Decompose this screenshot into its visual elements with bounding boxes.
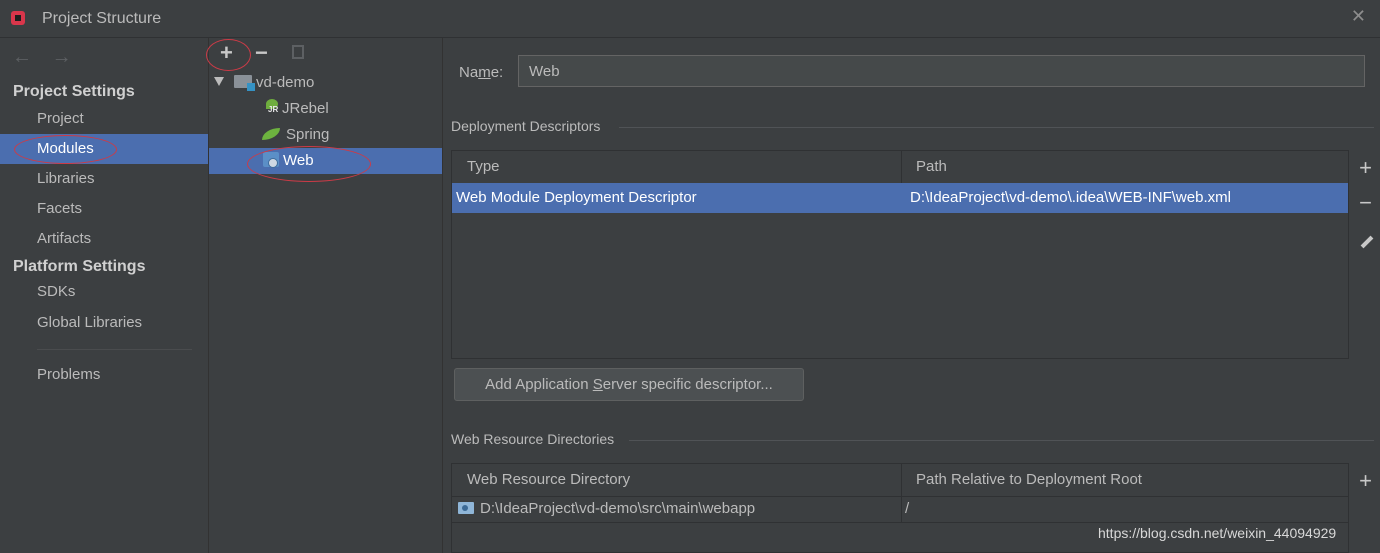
window-title: Project Structure [42, 10, 162, 27]
expand-caret-icon[interactable] [214, 77, 224, 86]
title-bar: Project Structure ✕ [0, 0, 1380, 38]
tree-node-label: Web [283, 152, 314, 169]
deployment-descriptors-table: Type Path Web Module Deployment Descript… [451, 150, 1349, 359]
forward-arrow-icon[interactable]: → [52, 46, 72, 68]
column-header-relative-path[interactable]: Path Relative to Deployment Root [916, 464, 1142, 496]
column-divider [901, 151, 902, 183]
web-directory-icon [458, 502, 474, 514]
add-directory-icon[interactable]: + [1351, 468, 1380, 494]
module-tree-panel: + − vd-demo JRebel Spring Web [206, 38, 443, 553]
folder-module-icon [234, 75, 255, 91]
directory-side-toolbar: + [1351, 463, 1380, 553]
cell-path: D:\IdeaProject\vd-demo\.idea\WEB-INF\web… [910, 189, 1231, 206]
sidebar-item-modules[interactable]: Modules [0, 134, 208, 164]
tree-node-label: Spring [286, 126, 330, 143]
sidebar-item-sdks[interactable]: SDKs [0, 277, 208, 307]
settings-sidebar: ← → Project Settings Project Modules Lib… [0, 38, 209, 553]
table-header: Type Path [452, 151, 1348, 184]
name-label: Name: [459, 64, 504, 81]
name-field[interactable] [518, 55, 1365, 87]
table-row[interactable]: D:\IdeaProject\vd-demo\src\main\webapp / [452, 496, 1348, 523]
facet-detail-panel: Name: Deployment Descriptors Type Path W… [443, 38, 1380, 553]
deployment-descriptors-title: Deployment Descriptors [451, 118, 601, 134]
web-icon [263, 152, 279, 168]
cell-type: Web Module Deployment Descriptor [456, 189, 697, 206]
tree-node-label: JRebel [282, 100, 329, 117]
remove-icon[interactable]: − [255, 40, 268, 66]
watermark: https://blog.csdn.net/weixin_44094929 [1098, 525, 1337, 541]
add-server-descriptor-button[interactable]: Add Application Server specific descript… [454, 368, 804, 401]
spring-icon [262, 128, 280, 140]
tree-node-web[interactable]: Web [263, 148, 314, 174]
nav-arrows: ← → [12, 46, 86, 69]
project-settings-header: Project Settings [13, 83, 135, 100]
add-icon[interactable]: + [220, 40, 233, 66]
jrebel-icon [262, 99, 280, 115]
app-icon [11, 11, 25, 25]
tree-node-spring[interactable]: Spring [262, 122, 329, 148]
tree-selection-highlight [209, 148, 442, 174]
sidebar-item-global-libraries[interactable]: Global Libraries [0, 308, 208, 338]
group-divider [629, 440, 1374, 441]
column-header-path[interactable]: Path [916, 151, 947, 183]
tree-node-label: vd-demo [256, 74, 315, 91]
close-icon[interactable]: ✕ [1351, 6, 1366, 27]
tree-toolbar: + − [209, 40, 442, 68]
sidebar-item-libraries[interactable]: Libraries [0, 164, 208, 194]
group-divider [619, 127, 1374, 128]
cell-relative-path: / [905, 500, 910, 517]
sidebar-item-artifacts[interactable]: Artifacts [0, 224, 208, 254]
web-resource-directories-title: Web Resource Directories [451, 431, 615, 447]
tree-node-vd-demo[interactable]: vd-demo [214, 70, 314, 96]
column-header-type[interactable]: Type [467, 151, 500, 183]
cell-directory: D:\IdeaProject\vd-demo\src\main\webapp [458, 496, 755, 522]
column-header-directory[interactable]: Web Resource Directory [467, 464, 630, 496]
edit-pencil-icon[interactable] [1360, 235, 1374, 249]
copy-icon[interactable] [292, 45, 304, 59]
tree-node-jrebel[interactable]: JRebel [262, 96, 329, 122]
descriptor-side-toolbar: + − [1351, 150, 1380, 359]
add-descriptor-icon[interactable]: + [1351, 155, 1380, 181]
sidebar-item-problems[interactable]: Problems [0, 360, 208, 390]
sidebar-item-facets[interactable]: Facets [0, 194, 208, 224]
platform-settings-header: Platform Settings [13, 258, 146, 275]
back-arrow-icon[interactable]: ← [12, 46, 32, 68]
table-row[interactable]: Web Module Deployment Descriptor D:\Idea… [452, 183, 1348, 213]
table-header: Web Resource Directory Path Relative to … [452, 464, 1348, 497]
remove-descriptor-icon[interactable]: − [1351, 190, 1380, 216]
sidebar-item-project[interactable]: Project [0, 104, 208, 134]
sidebar-divider [37, 349, 192, 350]
